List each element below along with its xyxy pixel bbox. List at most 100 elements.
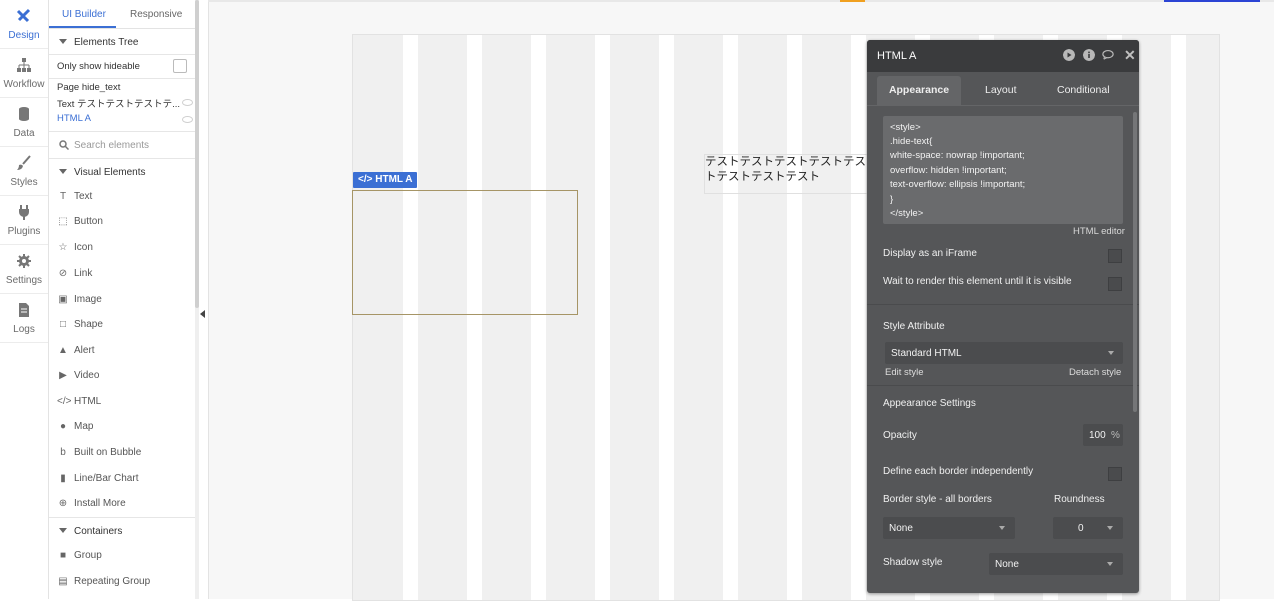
containers-label: Containers bbox=[74, 526, 123, 537]
element-alert[interactable]: ▲ Alert bbox=[49, 341, 195, 363]
element-button[interactable]: ⬚ Button bbox=[49, 212, 195, 234]
style-attribute-label: Style Attribute bbox=[883, 321, 945, 332]
style-attribute-value: Standard HTML bbox=[891, 348, 962, 359]
close-icon[interactable]: ✕ bbox=[1124, 47, 1136, 64]
rail-logs[interactable]: Logs bbox=[0, 294, 48, 343]
border-independent-checkbox[interactable] bbox=[1108, 467, 1122, 481]
element-video[interactable]: ▶ Video bbox=[49, 366, 195, 388]
visual-elements-header[interactable]: Visual Elements bbox=[49, 161, 195, 183]
element-built-on-bubble[interactable]: b Built on Bubble bbox=[49, 443, 195, 465]
grid-column bbox=[787, 35, 802, 600]
element-label: Line/Bar Chart bbox=[74, 473, 139, 484]
html-element-box[interactable] bbox=[352, 190, 578, 315]
rail-settings[interactable]: Settings bbox=[0, 245, 48, 294]
tab-ui-builder[interactable]: UI Builder bbox=[62, 9, 106, 20]
element-install-more[interactable]: ⊕ Install More bbox=[49, 494, 195, 516]
only-show-hideable-checkbox[interactable] bbox=[173, 59, 187, 73]
opacity-label: Opacity bbox=[883, 430, 917, 441]
property-editor-scrollbar[interactable] bbox=[1133, 112, 1137, 412]
rail-data[interactable]: Data bbox=[0, 98, 48, 147]
wait-render-label: Wait to render this element until it is … bbox=[883, 276, 1072, 287]
grid-column bbox=[851, 35, 866, 600]
detach-style-link[interactable]: Detach style bbox=[1069, 367, 1121, 378]
play-icon[interactable] bbox=[1063, 49, 1075, 61]
rail-plugins[interactable]: Plugins bbox=[0, 196, 48, 245]
element-label: Link bbox=[74, 268, 93, 279]
tab-conditional[interactable]: Conditional bbox=[1057, 84, 1110, 96]
comment-icon[interactable] bbox=[1102, 49, 1114, 61]
property-editor-header[interactable]: HTML A ✕ bbox=[867, 40, 1139, 72]
roundness-label: Roundness bbox=[1054, 494, 1105, 505]
collapse-panel-icon[interactable] bbox=[200, 310, 205, 318]
document-icon bbox=[19, 303, 29, 317]
tab-appearance[interactable]: Appearance bbox=[877, 76, 961, 105]
shadow-style-label: Shadow style bbox=[883, 557, 943, 568]
element-chart[interactable]: ▮ Line/Bar Chart bbox=[49, 469, 195, 491]
tree-item-html-a[interactable]: HTML A bbox=[57, 113, 91, 124]
text-element-line2: トテストテストテスト bbox=[705, 171, 820, 183]
style-attribute-select[interactable]: Standard HTML bbox=[885, 342, 1123, 364]
divider bbox=[49, 517, 195, 518]
code-line: white-space: nowrap !important; bbox=[890, 150, 1025, 161]
tab-layout[interactable]: Layout bbox=[985, 84, 1017, 96]
display-iframe-checkbox[interactable] bbox=[1108, 249, 1122, 263]
visual-elements-label: Visual Elements bbox=[74, 167, 146, 178]
element-repeating-group[interactable]: ▤ Repeating Group bbox=[49, 572, 195, 594]
containers-header[interactable]: Containers bbox=[49, 520, 195, 542]
chevron-down-icon bbox=[1107, 562, 1113, 566]
caret-down-icon bbox=[59, 39, 67, 44]
shadow-style-select[interactable]: None bbox=[989, 553, 1123, 575]
text-element-line1: テストテストテストテストテスト bbox=[705, 156, 878, 168]
element-label: Alert bbox=[74, 345, 95, 356]
rail-design[interactable]: Design bbox=[0, 0, 48, 49]
element-icon[interactable]: ☆ Icon bbox=[49, 238, 195, 260]
element-map[interactable]: ● Map bbox=[49, 417, 195, 439]
search-elements[interactable]: Search elements bbox=[49, 135, 195, 157]
edit-style-link[interactable]: Edit style bbox=[885, 367, 924, 378]
appearance-settings-label: Appearance Settings bbox=[883, 398, 976, 409]
element-image[interactable]: ▣ Image bbox=[49, 290, 195, 312]
html-editor-input[interactable]: <style> .hide-text{ white-space: nowrap … bbox=[883, 116, 1123, 224]
panel-scroll-thumb[interactable] bbox=[195, 0, 199, 308]
rail-workflow[interactable]: Workflow bbox=[0, 49, 48, 98]
element-text[interactable]: T Text bbox=[49, 187, 195, 209]
element-link[interactable]: ⊘ Link bbox=[49, 264, 195, 286]
wait-render-checkbox[interactable] bbox=[1108, 277, 1122, 291]
border-style-select[interactable]: None bbox=[883, 517, 1015, 539]
grid-column bbox=[659, 35, 674, 600]
tree-item-page[interactable]: Page hide_text bbox=[57, 82, 120, 93]
element-html[interactable]: </> HTML bbox=[49, 392, 195, 414]
border-style-value: None bbox=[889, 523, 913, 534]
text-icon: T bbox=[59, 191, 67, 202]
code-icon: </> bbox=[358, 174, 376, 185]
repeating-group-icon: ▤ bbox=[58, 576, 68, 587]
tree-item-text[interactable]: Text テストテストテストテ... bbox=[57, 96, 180, 110]
code-line: <style> bbox=[890, 122, 921, 133]
eye-icon[interactable] bbox=[182, 116, 193, 123]
opacity-input[interactable]: 100 % bbox=[1083, 424, 1123, 446]
grid-column bbox=[403, 35, 418, 600]
panel-tabs: UI Builder Responsive bbox=[49, 0, 195, 29]
element-label: Repeating Group bbox=[74, 576, 151, 587]
html-element-tag[interactable]: </> HTML A bbox=[353, 172, 418, 188]
html-editor-caption[interactable]: HTML editor bbox=[1073, 226, 1125, 237]
top-indicator bbox=[840, 0, 865, 2]
element-shape[interactable]: □ Shape bbox=[49, 315, 195, 337]
element-group[interactable]: ■ Group bbox=[49, 546, 195, 568]
grid-column bbox=[531, 35, 546, 600]
info-icon[interactable] bbox=[1083, 49, 1095, 61]
rail-styles[interactable]: Styles bbox=[0, 147, 48, 196]
chart-icon: ▮ bbox=[60, 473, 66, 484]
roundness-input[interactable]: 0 bbox=[1053, 517, 1123, 539]
image-icon: ▣ bbox=[58, 294, 68, 305]
rail-data-label: Data bbox=[13, 128, 35, 139]
eye-icon[interactable] bbox=[182, 99, 193, 106]
tab-responsive[interactable]: Responsive bbox=[130, 9, 182, 20]
rail-design-label: Design bbox=[8, 30, 40, 41]
plug-icon bbox=[19, 205, 29, 220]
elements-tree-header[interactable]: Elements Tree bbox=[49, 31, 195, 53]
element-label: Install More bbox=[74, 498, 126, 509]
design-icon bbox=[16, 8, 31, 23]
brush-icon bbox=[17, 155, 31, 170]
text-element[interactable]: テストテストテストテストテスト トテストテストテスト bbox=[704, 154, 878, 194]
